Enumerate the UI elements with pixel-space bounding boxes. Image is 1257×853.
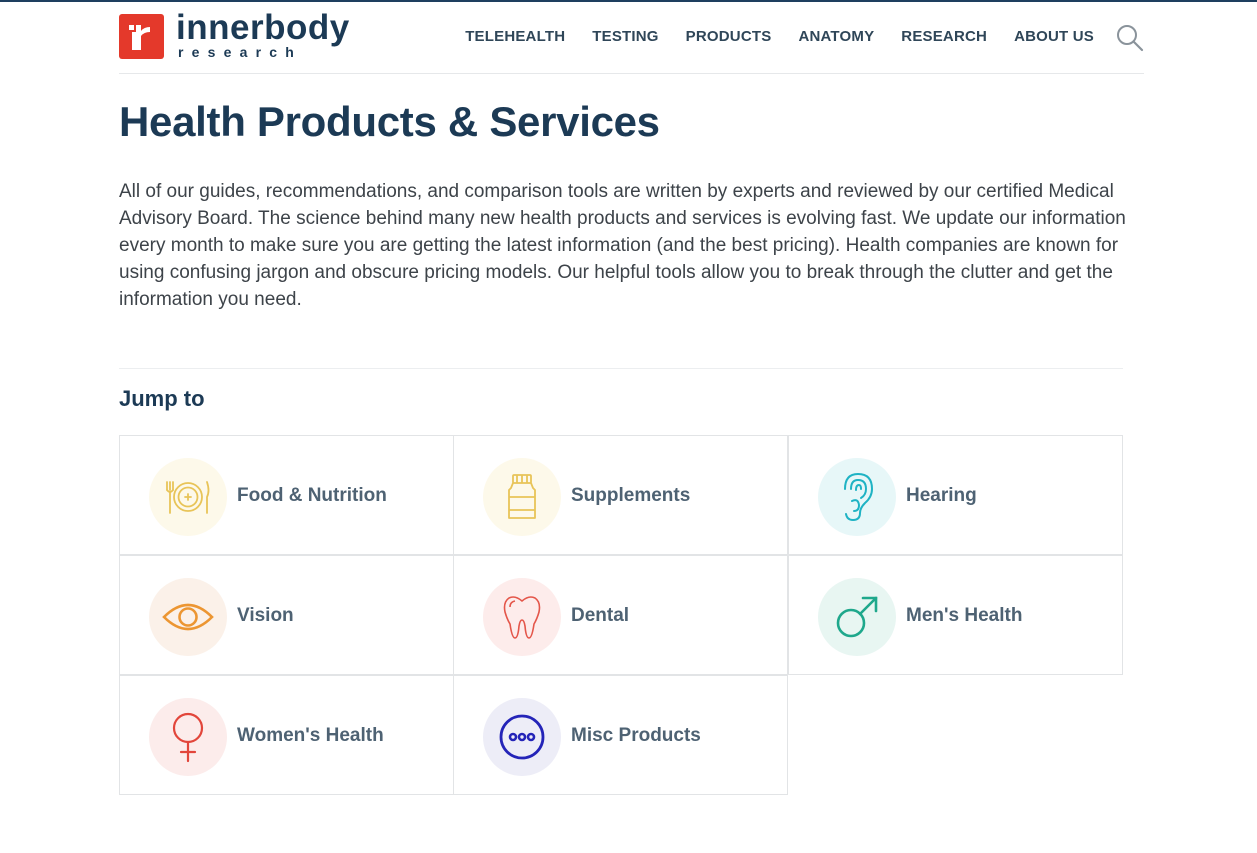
category-label: Misc Products — [571, 725, 701, 746]
category-card-supplements[interactable]: Supplements — [453, 435, 788, 555]
logo-subtitle: research — [178, 44, 302, 60]
male-symbol-icon — [836, 596, 878, 638]
category-label: Hearing — [906, 485, 977, 506]
icon-circle — [149, 578, 227, 656]
category-label: Vision — [237, 605, 294, 626]
plate-utensils-icon — [166, 481, 210, 514]
icon-circle — [149, 458, 227, 536]
category-label: Food & Nutrition — [237, 485, 387, 506]
tooth-icon — [503, 596, 541, 639]
category-card-misc-products[interactable]: Misc Products — [453, 675, 788, 795]
category-card-womens-health[interactable]: Women's Health — [119, 675, 454, 795]
jump-to-heading: Jump to — [119, 386, 205, 411]
category-label: Dental — [571, 605, 630, 626]
icon-circle — [818, 578, 896, 656]
icon-circle — [818, 458, 896, 536]
supplement-bottle-icon — [508, 474, 536, 519]
intro-paragraph: All of our guides, recommendations, and … — [119, 181, 1126, 310]
icon-circle — [483, 458, 561, 536]
search-icon — [1117, 25, 1144, 52]
nav-about-us[interactable]: ABOUT US — [1014, 28, 1094, 46]
nav-research[interactable]: RESEARCH — [901, 28, 987, 46]
more-dots-icon — [499, 714, 545, 760]
icon-circle — [149, 698, 227, 776]
page-title: Health Products & Services — [119, 98, 660, 145]
site-logo[interactable]: innerbody research — [119, 8, 359, 62]
eye-icon — [162, 603, 214, 631]
category-card-food-nutrition[interactable]: Food & Nutrition — [119, 435, 454, 555]
category-card-vision[interactable]: Vision — [119, 555, 454, 675]
section-divider — [119, 368, 1123, 369]
nav-products[interactable]: PRODUCTS — [686, 28, 772, 46]
nav-anatomy[interactable]: ANATOMY — [798, 28, 874, 46]
category-label: Women's Health — [237, 725, 384, 746]
icon-circle — [483, 578, 561, 656]
category-label: Men's Health — [906, 605, 1023, 626]
category-card-mens-health[interactable]: Men's Health — [788, 555, 1123, 675]
logo-wordmark: innerbody — [176, 8, 350, 47]
icon-circle — [483, 698, 561, 776]
nav-telehealth[interactable]: TELEHEALTH — [465, 28, 565, 46]
main-nav: TELEHEALTH TESTING PRODUCTS ANATOMY RESE… — [465, 28, 1094, 46]
ear-icon — [844, 472, 874, 522]
nav-testing[interactable]: TESTING — [592, 28, 658, 46]
category-label: Supplements — [571, 485, 691, 506]
category-card-dental[interactable]: Dental — [453, 555, 788, 675]
logo-letter-icon — [129, 25, 150, 50]
logo-mark — [119, 14, 164, 59]
category-card-hearing[interactable]: Hearing — [788, 435, 1123, 555]
site-header: innerbody research TELEHEALTH TESTING PR… — [119, 2, 1144, 74]
search-button[interactable] — [1116, 24, 1144, 52]
female-symbol-icon — [172, 712, 204, 763]
